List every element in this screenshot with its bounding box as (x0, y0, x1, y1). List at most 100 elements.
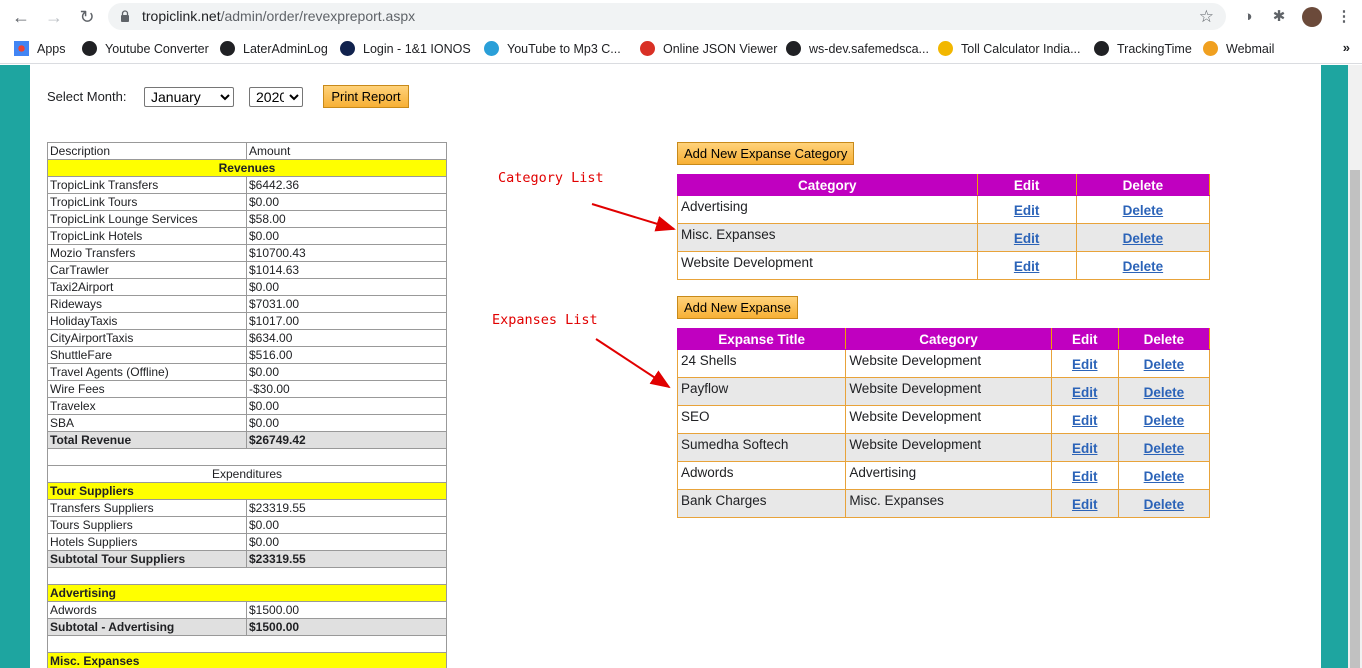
delete-expanse-link[interactable]: Delete (1144, 357, 1185, 372)
edit-category-link[interactable]: Edit (1014, 259, 1040, 274)
delete-expanse-link[interactable]: Delete (1144, 469, 1185, 484)
reload-icon[interactable]: ↻ (76, 6, 98, 28)
bookmark-item[interactable]: Youtube Converter (82, 40, 209, 57)
page-scrollbar[interactable] (1348, 65, 1362, 668)
expanse-title: SEO (676, 405, 847, 434)
delete-cell: Delete (1075, 223, 1211, 252)
revenue-name: Mozio Transfers (47, 244, 247, 262)
supplier-amount: $0.00 (246, 516, 447, 534)
expanse-row: SEO Website Development Edit Delete (676, 405, 1211, 434)
scrollbar-thumb[interactable] (1350, 170, 1360, 668)
expanse-list-table: Expanse Title Category Edit Delete 24 Shell… (676, 328, 1211, 518)
spacer-cell (47, 635, 447, 653)
print-report-button[interactable]: Print Report (323, 85, 409, 108)
report-row: CarTrawler $1014.63 (47, 261, 447, 279)
edit-cell: Edit (976, 195, 1077, 224)
amount-header: Amount (246, 142, 447, 160)
menu-kebab-icon[interactable]: ⋮ (1334, 7, 1354, 27)
supplier-name: Hotels Suppliers (47, 533, 247, 551)
revenue-name: SBA (47, 414, 247, 432)
bookmark-item[interactable]: ws-dev.safemedsca... (786, 40, 929, 57)
bookmark-item[interactable]: TrackingTime (1094, 40, 1192, 57)
description-header: Description (47, 142, 247, 160)
expanse-row: Payflow Website Development Edit Delete (676, 377, 1211, 406)
delete-expanse-link[interactable]: Delete (1144, 385, 1185, 400)
bookmark-label: Apps (37, 41, 66, 56)
bookmark-item[interactable]: Webmail (1203, 40, 1274, 57)
extensions-puzzle-icon[interactable]: ✱ (1269, 7, 1289, 27)
tour-suppliers-title: Tour Suppliers (47, 482, 447, 500)
expanse-title: Adwords (676, 461, 847, 490)
category-row: Misc. Expanses Edit Delete (677, 223, 1211, 252)
bookmark-item[interactable]: YouTube to Mp3 C... (484, 40, 621, 57)
edit-category-link[interactable]: Edit (1014, 231, 1040, 246)
revenue-amount: $0.00 (246, 227, 447, 245)
bookmark-star-icon[interactable]: ☆ (1199, 7, 1214, 27)
month-select[interactable]: January (144, 87, 234, 107)
delete-category-link[interactable]: Delete (1123, 259, 1164, 274)
total-revenue-amount: $26749.42 (246, 431, 447, 449)
browser-toolbar: ← → ↻ tropiclink.net/admin/order/revexpr… (0, 0, 1362, 33)
back-arrow-icon[interactable]: ← (10, 6, 32, 28)
bookmark-favicon-icon (1203, 41, 1218, 56)
delete-cell: Delete (1117, 405, 1211, 434)
edit-expanse-link[interactable]: Edit (1072, 469, 1098, 484)
edit-expanse-link[interactable]: Edit (1072, 497, 1098, 512)
add-expanse-button[interactable]: Add New Expanse (677, 296, 798, 319)
category-name: Misc. Expanses (677, 223, 978, 252)
address-bar[interactable]: tropiclink.net/admin/order/revexpreport.… (108, 3, 1226, 30)
dark-mode-extension-icon[interactable]: ◑ (1238, 7, 1258, 27)
edit-cell: Edit (976, 251, 1077, 280)
edit-category-link[interactable]: Edit (1014, 203, 1040, 218)
add-expanse-category-button[interactable]: Add New Expanse Category (677, 142, 855, 165)
report-row: Travelex $0.00 (47, 397, 447, 415)
revenue-name: Wire Fees (47, 380, 247, 398)
delete-expanse-link[interactable]: Delete (1144, 413, 1185, 428)
edit-expanse-link[interactable]: Edit (1072, 385, 1098, 400)
revenue-name: TropicLink Tours (47, 193, 247, 211)
report-row: Subtotal Tour Suppliers $23319.55 (47, 550, 447, 568)
advertising-amount: $1500.00 (246, 601, 447, 619)
expanse-title: Bank Charges (676, 489, 847, 518)
expanse-category: Advertising (845, 461, 1052, 490)
bookmark-item[interactable]: LaterAdminLog (220, 40, 328, 57)
bookmark-favicon-icon (82, 41, 97, 56)
revenue-amount: $0.00 (246, 414, 447, 432)
subtotal-tour-amount: $23319.55 (246, 550, 447, 568)
expanse-category: Website Development (845, 405, 1052, 434)
subtotal-tour-label: Subtotal Tour Suppliers (47, 550, 247, 568)
bookmark-item[interactable]: Online JSON Viewer (640, 40, 777, 57)
profile-avatar-icon[interactable] (1302, 7, 1322, 27)
bookmark-item[interactable]: Toll Calculator India... (938, 40, 1081, 57)
category-arrow (591, 203, 676, 232)
expanse-table-header: Delete (1117, 328, 1211, 350)
revenue-name: TropicLink Hotels (47, 227, 247, 245)
bookmark-item[interactable]: Login - 1&1 IONOS (340, 40, 471, 57)
edit-expanse-link[interactable]: Edit (1072, 441, 1098, 456)
bookmark-item[interactable]: Apps (14, 40, 66, 57)
delete-category-link[interactable]: Delete (1123, 231, 1164, 246)
bookmark-favicon-icon (340, 41, 355, 56)
report-row: Subtotal - Advertising $1500.00 (47, 618, 447, 636)
bookmarks-overflow-icon[interactable]: » (1343, 40, 1350, 55)
edit-cell: Edit (1050, 349, 1119, 378)
bookmark-label: LaterAdminLog (243, 41, 328, 56)
delete-expanse-link[interactable]: Delete (1144, 497, 1185, 512)
bookmark-label: TrackingTime (1117, 41, 1192, 56)
forward-arrow-icon[interactable]: → (43, 6, 65, 28)
year-select[interactable]: 2020 (249, 87, 303, 107)
delete-category-link[interactable]: Delete (1123, 203, 1164, 218)
delete-expanse-link[interactable]: Delete (1144, 441, 1185, 456)
bookmark-label: ws-dev.safemedsca... (809, 41, 929, 56)
category-row: Website Development Edit Delete (677, 251, 1211, 280)
report-row: Hotels Suppliers $0.00 (47, 533, 447, 551)
edit-cell: Edit (1050, 377, 1119, 406)
revenue-amount: $10700.43 (246, 244, 447, 262)
edit-expanse-link[interactable]: Edit (1072, 413, 1098, 428)
edit-expanse-link[interactable]: Edit (1072, 357, 1098, 372)
report-row (47, 635, 447, 653)
expanse-title: Payflow (676, 377, 847, 406)
report-row: TropicLink Transfers $6442.36 (47, 176, 447, 194)
bookmark-label: YouTube to Mp3 C... (507, 41, 621, 56)
revenue-name: Travelex (47, 397, 247, 415)
